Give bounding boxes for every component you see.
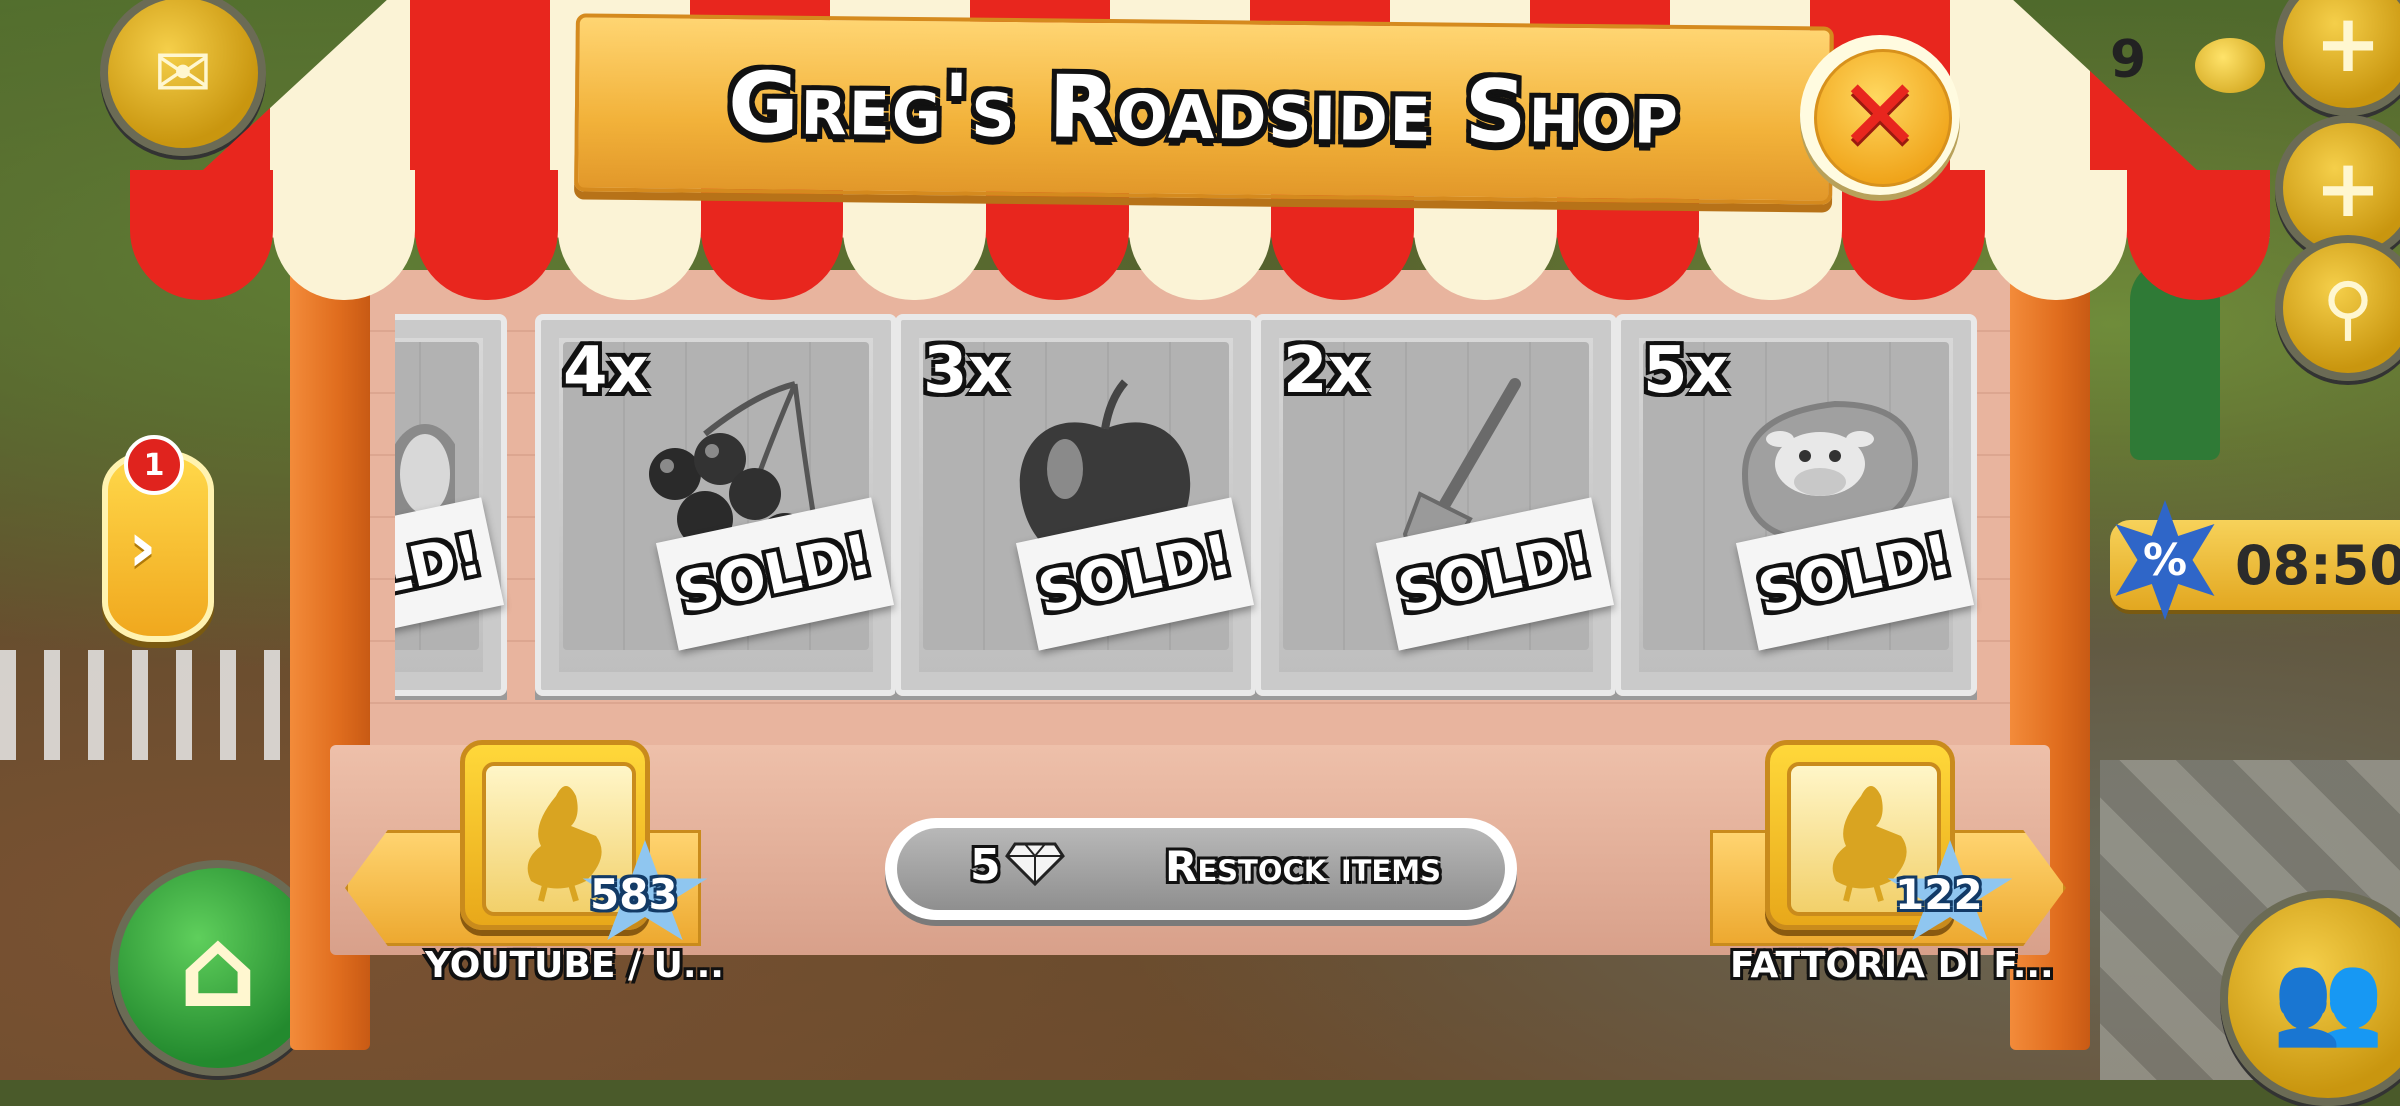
crate-quantity: 2x [1283, 334, 1369, 408]
notification-badge: 1 [124, 435, 184, 495]
crate-item[interactable]: 5x SOLD! [1615, 314, 1977, 696]
crate-item[interactable]: 3x SOLD! [895, 314, 1257, 696]
sale-timer[interactable]: % 08:50 [2110, 500, 2400, 620]
fence [0, 650, 300, 760]
plus-icon: + [2314, 0, 2382, 90]
chevron-right-icon: › [128, 506, 157, 588]
neighbor-level: 583 [590, 870, 678, 919]
crate-quantity: 3x [923, 334, 1009, 408]
crate-item[interactable]: 2x SOLD! [1255, 314, 1617, 696]
friends-button[interactable]: 👥 [2220, 890, 2400, 1106]
crate-row[interactable]: SOLD! 4x SOLD! 3x SOLD! 2x SOLD! 5x SOLD… [395, 310, 1985, 700]
neighbor-name-left: YOUTUBE / U... [425, 945, 724, 986]
add-coins-button[interactable]: + [2275, 0, 2400, 116]
crate-quantity: 4x [563, 334, 649, 408]
crate-item[interactable]: 4x SOLD! [535, 314, 897, 696]
diamond-icon [1005, 842, 1065, 886]
neighbor-name-right: FATTORIA DI F... [1730, 945, 2054, 986]
restock-button[interactable]: 5 Restock items [885, 818, 1517, 920]
crate-quantity: 5x [1643, 334, 1729, 408]
friends-icon: 👥 [2271, 945, 2385, 1051]
house-icon: ⌂ [178, 904, 258, 1032]
plus-icon: + [2314, 141, 2382, 235]
neighbor-avatar-right[interactable]: 122 [1765, 740, 2013, 941]
neighbor-level: 122 [1895, 870, 1983, 919]
shop-title: Greg's Roadside Shop [727, 54, 1681, 164]
magnifier-icon: ⚲ [2322, 267, 2374, 349]
shop-title-sign: Greg's Roadside Shop [574, 13, 1834, 205]
search-button[interactable]: ⚲ [2275, 235, 2400, 381]
timer-text: 08:50 [2235, 534, 2400, 597]
restock-cost: 5 [970, 840, 1001, 891]
close-button[interactable]: ✕ [1800, 35, 1960, 195]
crate-item[interactable]: SOLD! [395, 314, 507, 696]
close-icon: ✕ [1838, 56, 1922, 174]
neighbor-avatar-left[interactable]: 583 [460, 740, 708, 941]
restock-label: Restock items [1165, 842, 1441, 891]
